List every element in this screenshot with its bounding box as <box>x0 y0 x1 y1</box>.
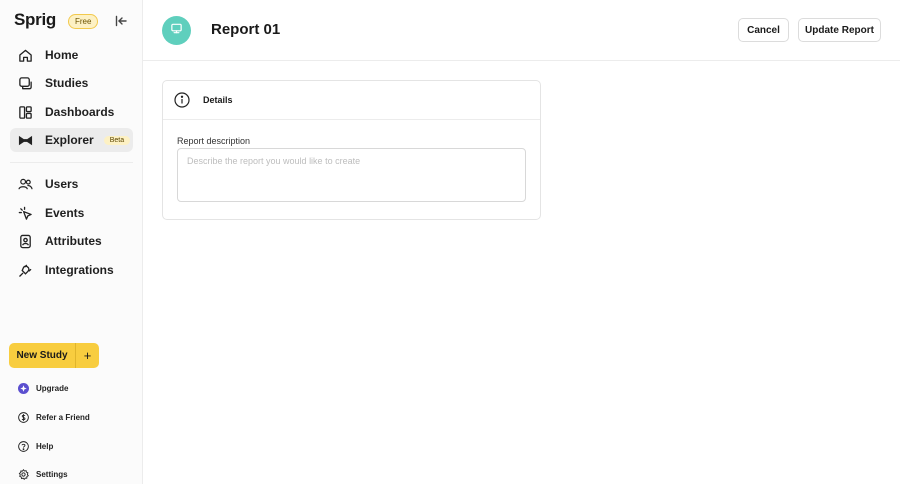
settings-label: Settings <box>36 469 68 479</box>
sidebar-item-users[interactable]: Users <box>10 172 133 196</box>
main-content: Report 01 Cancel Update Report Details R… <box>143 0 900 484</box>
details-title: Details <box>203 95 233 105</box>
sidebar-item-dashboards[interactable]: Dashboards <box>10 100 133 124</box>
sidebar-item-label: Events <box>45 206 85 220</box>
home-icon <box>17 47 33 63</box>
collapse-left-icon[interactable] <box>113 13 129 29</box>
sidebar-divider <box>10 162 133 163</box>
page-title[interactable]: Report 01 <box>211 21 280 38</box>
upgrade-link[interactable]: Upgrade <box>18 380 68 396</box>
upgrade-icon <box>18 382 29 394</box>
beta-badge: Beta <box>103 135 131 145</box>
page-header: Report 01 Cancel Update Report <box>143 0 900 61</box>
details-card-header: Details <box>163 81 540 120</box>
sidebar-item-label: Integrations <box>45 263 114 277</box>
dollar-icon <box>18 411 29 423</box>
gear-icon <box>18 468 29 480</box>
chat-bubble-icon <box>17 75 33 91</box>
dashboard-icon <box>17 104 33 120</box>
upgrade-label: Upgrade <box>36 383 69 393</box>
details-card: Details Report description <box>162 80 541 220</box>
monitor-icon <box>170 22 183 40</box>
sidebar-item-explorer[interactable]: Explorer Beta <box>10 128 133 152</box>
plan-badge: Free <box>68 14 99 29</box>
new-study-label: New Study <box>16 350 68 361</box>
report-avatar <box>162 16 191 45</box>
help-icon <box>18 440 29 452</box>
sprig-logo[interactable]: Sprig <box>14 10 56 30</box>
settings-link[interactable]: Settings <box>18 466 68 482</box>
new-study-button[interactable]: New Study + <box>9 343 99 368</box>
sidebar: Sprig Free Home Studies Dashboards Explo… <box>0 0 143 484</box>
report-description-label: Report description <box>177 136 251 146</box>
help-link[interactable]: Help <box>18 438 53 454</box>
sidebar-item-studies[interactable]: Studies <box>10 71 133 95</box>
sidebar-item-events[interactable]: Events <box>10 201 133 225</box>
sidebar-item-label: Home <box>45 48 79 62</box>
plus-icon[interactable]: + <box>76 343 99 368</box>
refer-a-friend-link[interactable]: Refer a Friend <box>18 409 90 425</box>
cancel-button[interactable]: Cancel <box>738 18 789 42</box>
info-icon <box>174 92 190 108</box>
help-label: Help <box>36 441 54 451</box>
bowtie-icon <box>17 132 33 148</box>
report-description-input[interactable] <box>177 148 526 202</box>
sidebar-item-label: Attributes <box>45 234 102 248</box>
sidebar-item-attributes[interactable]: Attributes <box>10 229 133 253</box>
sidebar-item-label: Dashboards <box>45 105 115 119</box>
refer-label: Refer a Friend <box>36 412 90 422</box>
attributes-icon <box>17 233 33 249</box>
update-report-button[interactable]: Update Report <box>798 18 881 42</box>
sidebar-item-integrations[interactable]: Integrations <box>10 258 133 282</box>
plug-icon <box>17 262 33 278</box>
sidebar-item-home[interactable]: Home <box>10 43 133 67</box>
sidebar-item-label: Studies <box>45 76 89 90</box>
sidebar-item-label: Users <box>45 177 79 191</box>
users-icon <box>17 176 33 192</box>
events-icon <box>17 205 33 221</box>
sidebar-item-label: Explorer <box>45 133 94 147</box>
